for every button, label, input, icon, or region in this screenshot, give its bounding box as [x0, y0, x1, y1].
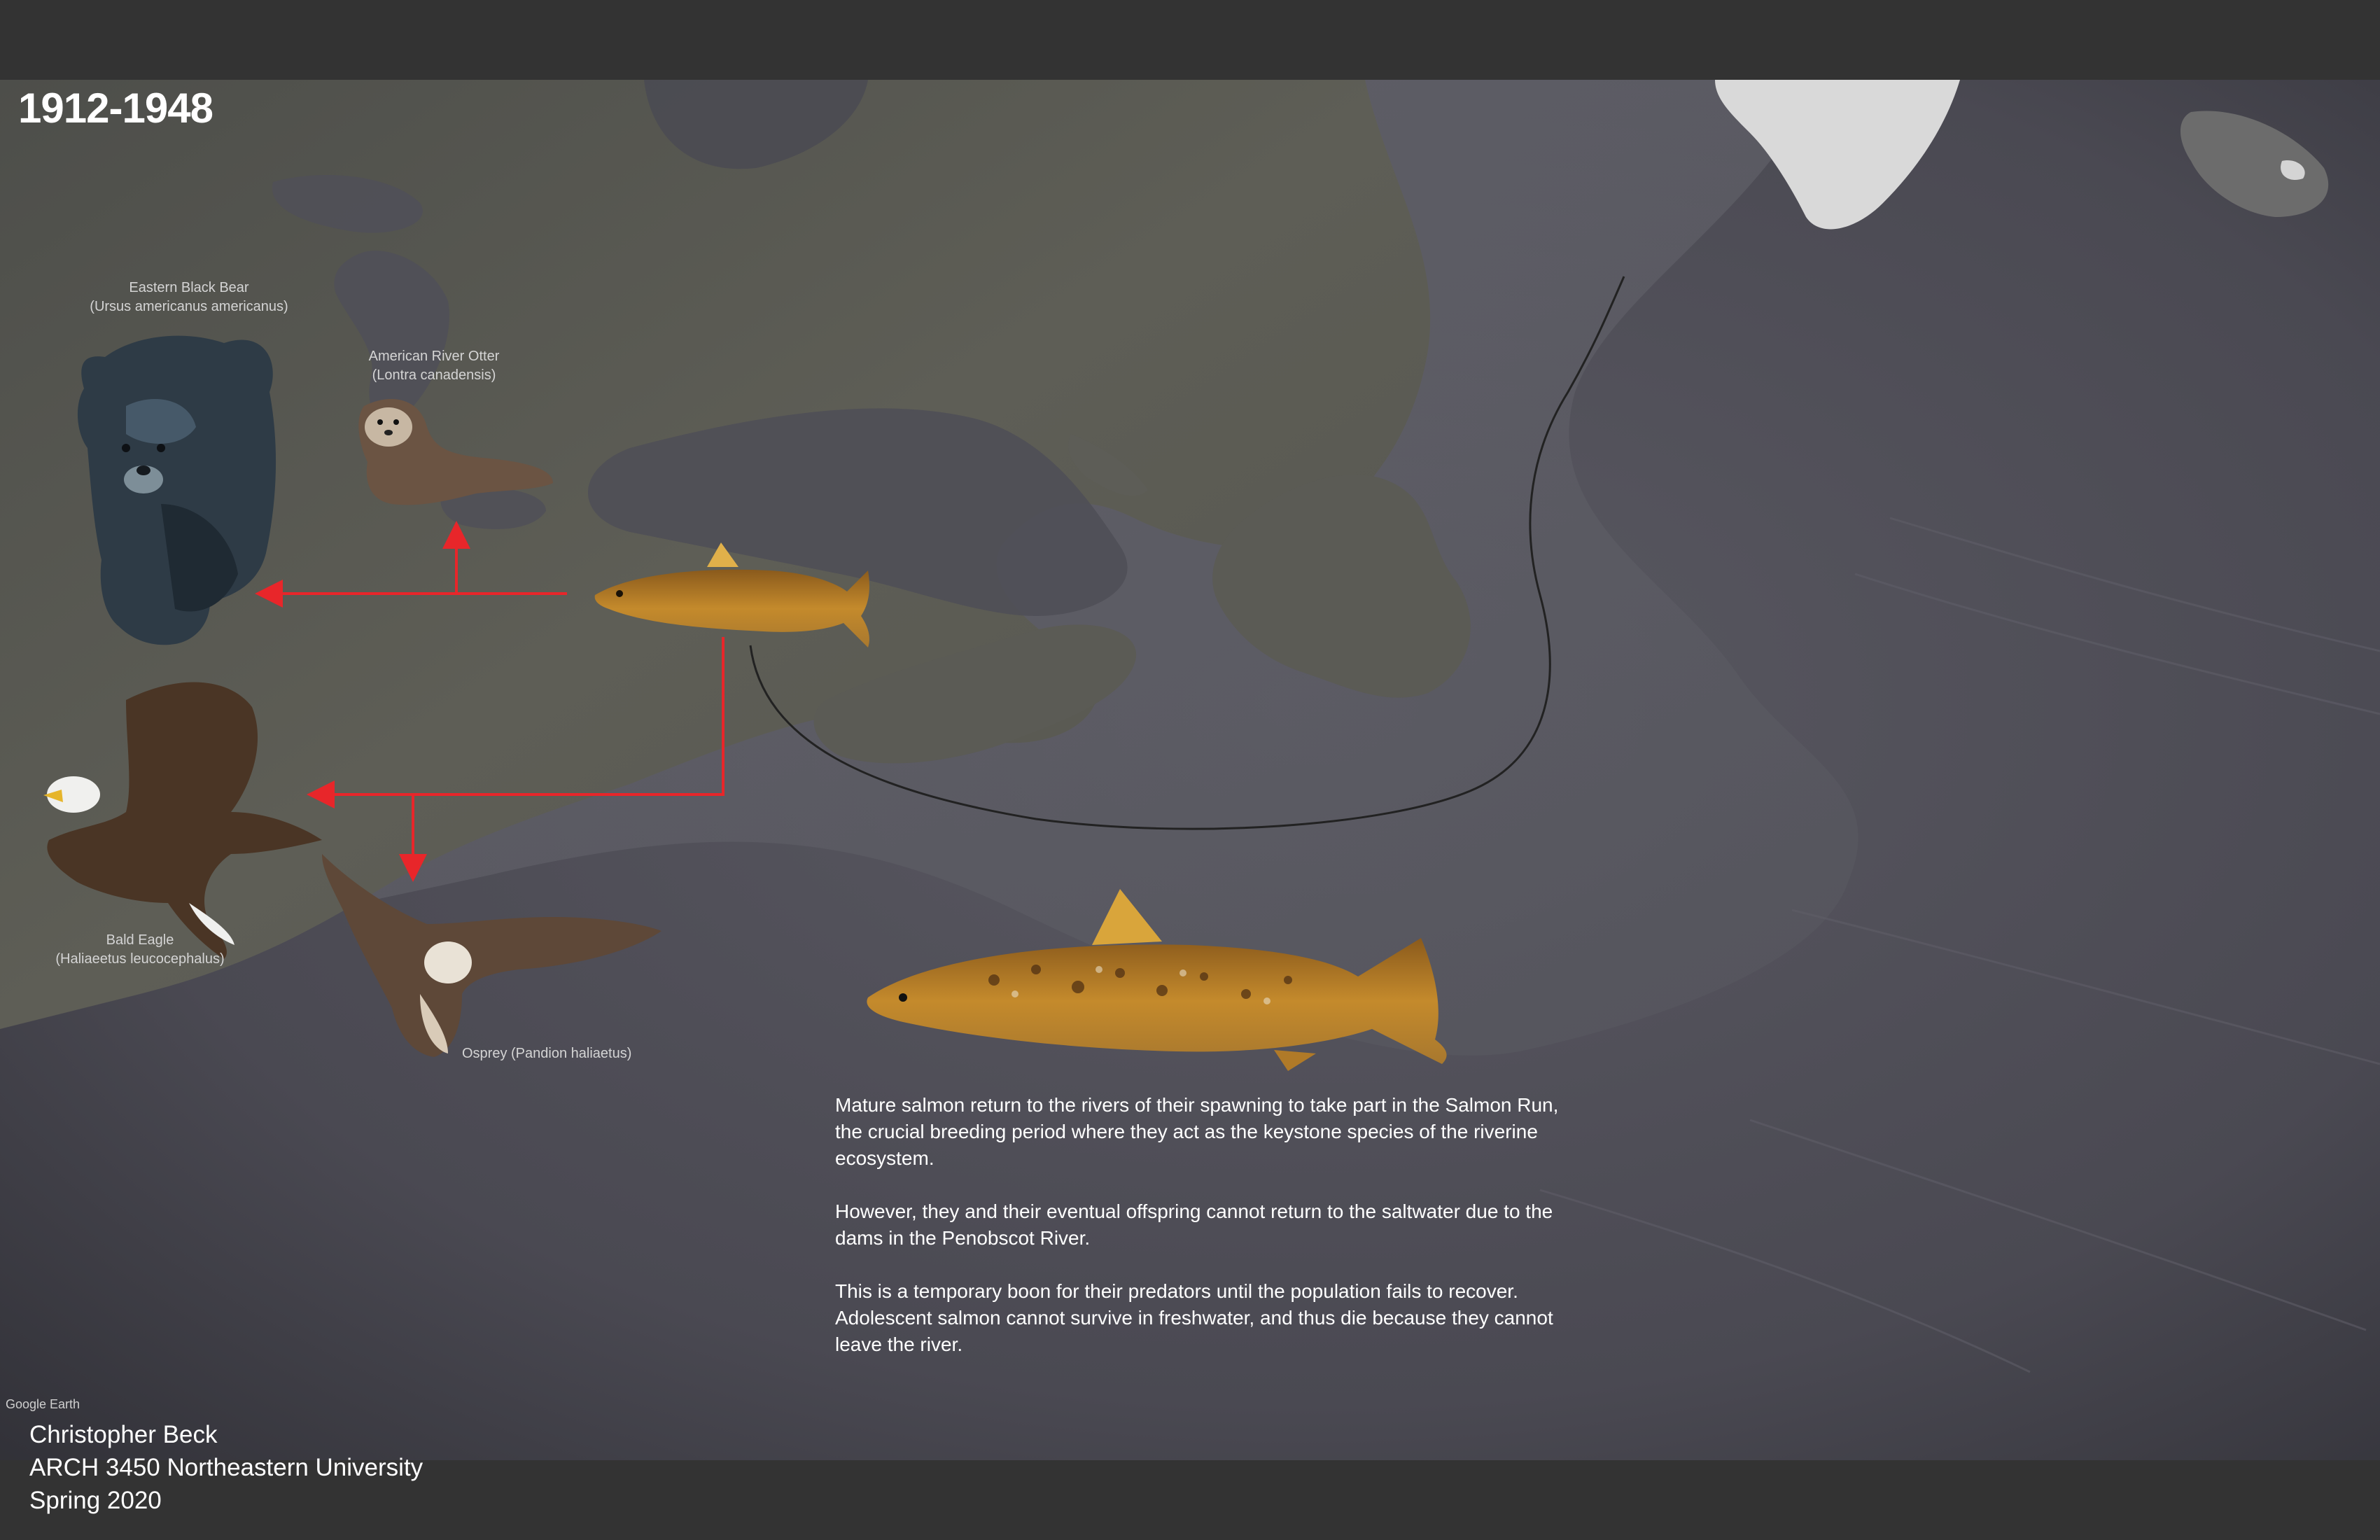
otter-latin-name: (Lontra canadensis): [372, 368, 496, 383]
author-name: Christopher Beck: [29, 1421, 218, 1448]
top-band: [0, 0, 2380, 80]
era-title: 1912-1948: [18, 85, 214, 132]
otter-common-name: American River Otter: [368, 349, 500, 364]
credits-block: Christopher Beck ARCH 3450 Northeastern …: [29, 1418, 423, 1517]
bear-common-name: Eastern Black Bear: [129, 280, 249, 295]
term: Spring 2020: [29, 1487, 162, 1514]
eagle-label: Bald Eagle (Haliaeetus leucocephalus): [28, 931, 252, 969]
map-provider-logo: Google Earth: [6, 1397, 80, 1411]
bear-label: Eastern Black Bear (Ursus americanus ame…: [49, 279, 329, 316]
description-paragraph-1: Mature salmon return to the rivers of th…: [835, 1094, 1559, 1169]
eagle-latin-name: (Haliaeetus leucocephalus): [55, 951, 225, 967]
bear-latin-name: (Ursus americanus americanus): [90, 299, 288, 314]
description-text: Mature salmon return to the rivers of th…: [835, 1092, 1570, 1385]
osprey-label: Osprey (Pandion haliaetus): [462, 1046, 632, 1061]
description-paragraph-2: However, they and their eventual offspri…: [835, 1200, 1553, 1249]
otter-label: American River Otter (Lontra canadensis): [329, 347, 539, 385]
description-paragraph-3: This is a temporary boon for their preda…: [835, 1280, 1553, 1355]
course-name: ARCH 3450 Northeastern University: [29, 1454, 424, 1481]
eagle-common-name: Bald Eagle: [106, 932, 174, 948]
